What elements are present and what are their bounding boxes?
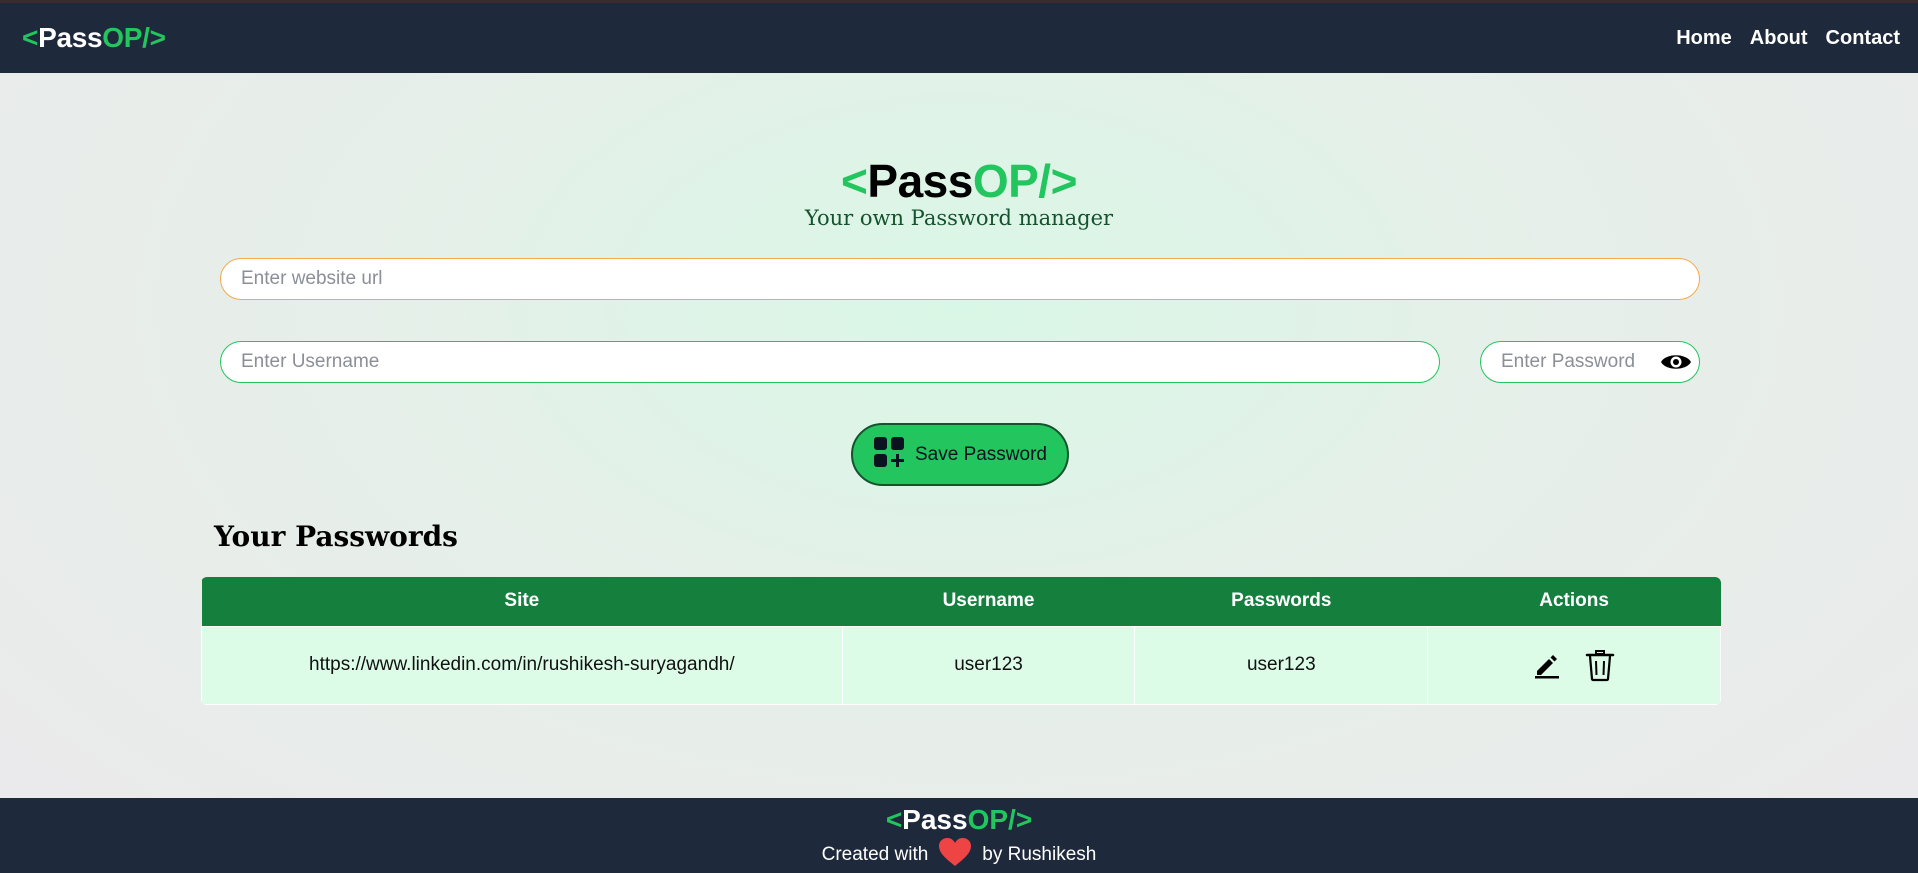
hero-logo-bracket: < <box>841 155 868 207</box>
hero-logo: <PassOP/> <box>0 154 1918 208</box>
nav-contact-link[interactable]: Contact <box>1826 27 1900 50</box>
passwords-table: Site Username Passwords Actions https://… <box>201 577 1721 705</box>
footer-logo: <PassOP/> <box>0 804 1918 836</box>
username-input[interactable] <box>241 351 1439 373</box>
save-password-button[interactable]: Save Password <box>851 423 1069 486</box>
navbar: <PassOP/> Home About Contact <box>0 3 1918 73</box>
credit-author: by Rushikesh <box>982 844 1097 865</box>
cell-actions <box>1427 625 1721 705</box>
eye-icon[interactable] <box>1659 349 1693 375</box>
password-input[interactable] <box>1501 351 1659 373</box>
passwords-section-title: Your Passwords <box>214 520 458 553</box>
add-grid-icon <box>873 436 905 474</box>
hero-logo-op: OP/> <box>972 155 1078 207</box>
header-passwords: Passwords <box>1231 590 1332 612</box>
heart-icon <box>938 837 972 873</box>
footer-credit: Created with by Rushikesh <box>0 837 1918 873</box>
cell-username[interactable]: user123 <box>841 625 1136 705</box>
cell-site[interactable]: https://www.linkedin.com/in/rushikesh-su… <box>201 625 843 705</box>
header-username: Username <box>942 590 1035 612</box>
save-password-label: Save Password <box>914 443 1047 465</box>
credit-created-with: Created with <box>821 844 929 865</box>
footer-logo-op: OP/> <box>967 804 1033 835</box>
footer: <PassOP/> Created with by Rushikesh <box>0 798 1918 873</box>
cell-password[interactable]: user123 <box>1134 625 1429 705</box>
table-row: https://www.linkedin.com/in/rushikesh-su… <box>201 625 1721 705</box>
nav-links: Home About Contact <box>1676 27 1900 50</box>
url-field-wrapper <box>220 258 1700 300</box>
nav-logo[interactable]: <PassOP/> <box>22 22 166 54</box>
logo-op: OP/> <box>102 22 166 53</box>
website-url-input[interactable] <box>241 268 1699 290</box>
edit-pencil-icon[interactable] <box>1533 651 1561 679</box>
delete-trash-icon[interactable] <box>1585 648 1615 682</box>
logo-pass: Pass <box>38 22 103 53</box>
logo-bracket: < <box>22 22 39 53</box>
nav-home-link[interactable]: Home <box>1676 27 1732 50</box>
header-actions: Actions <box>1539 590 1609 612</box>
password-field-wrapper <box>1480 341 1700 383</box>
footer-logo-bracket: < <box>885 804 903 835</box>
footer-logo-pass: Pass <box>902 804 968 835</box>
hero-logo-pass: Pass <box>867 155 973 207</box>
tagline: Your own Password manager <box>804 206 1114 230</box>
header-site: Site <box>504 590 540 612</box>
username-field-wrapper <box>220 341 1440 383</box>
nav-about-link[interactable]: About <box>1750 27 1808 50</box>
table-header-row: Site Username Passwords Actions <box>201 577 1721 626</box>
